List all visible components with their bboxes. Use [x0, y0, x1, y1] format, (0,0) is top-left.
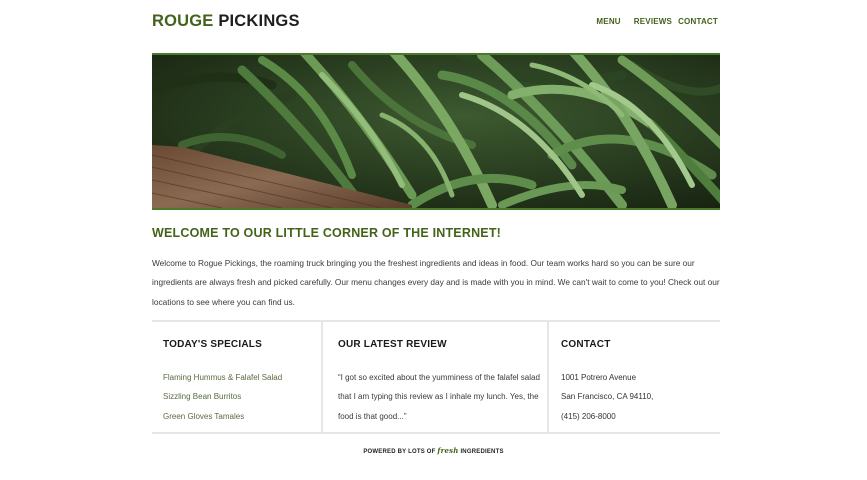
footer-suffix: INGREDIENTS [460, 449, 504, 455]
info-columns: TODAY'S SPECIALS Flaming Hummus & Falafe… [152, 320, 720, 434]
special-item[interactable]: Flaming Hummus & Falafel Salad [163, 368, 282, 387]
special-item[interactable]: Sizzling Bean Burritos [163, 387, 282, 406]
contact-phone: (415) 206-8000 [561, 411, 616, 421]
nav-menu-link[interactable]: MENU [596, 17, 620, 26]
welcome-paragraph: Welcome to Rogue Pickings, the roaming t… [152, 258, 720, 307]
specials-list: Flaming Hummus & Falafel Salad Sizzling … [163, 368, 282, 426]
footer-prefix: POWERED BY LOTS OF [363, 449, 436, 455]
contact-address: 1001 Potrero Avenue [561, 373, 637, 382]
nav-contact-link[interactable]: CONTACT [678, 17, 718, 26]
contact-heading: CONTACT [561, 339, 611, 350]
contact-city: San Francisco, CA 94110, [561, 392, 654, 402]
green-beans-photo [152, 55, 720, 208]
review-heading: OUR LATEST REVIEW [338, 339, 447, 350]
review-column: OUR LATEST REVIEW “I got so excited abou… [323, 322, 549, 432]
site-header: ROUGE PICKINGS MENU REVIEWS CONTACT [152, 0, 720, 44]
contact-list: 1001 Potrero Avenue San Francisco, CA 94… [561, 368, 653, 426]
site-footer: POWERED BY LOTS OF fresh INGREDIENTS [0, 446, 867, 455]
hero-image [152, 53, 720, 210]
special-item[interactable]: Green Gloves Tamales [163, 407, 282, 426]
main-nav: MENU REVIEWS CONTACT [596, 17, 718, 26]
review-quote: “I got so excited about the yumminess of… [338, 373, 540, 421]
welcome-heading: WELCOME TO OUR LITTLE CORNER OF THE INTE… [152, 226, 502, 240]
brand-word-2: PICKINGS [218, 12, 300, 30]
contact-column: CONTACT 1001 Potrero Avenue San Francisc… [549, 322, 720, 432]
specials-column: TODAY'S SPECIALS Flaming Hummus & Falafe… [152, 322, 323, 432]
nav-reviews-link[interactable]: REVIEWS [634, 17, 672, 26]
brand-logo[interactable]: ROUGE PICKINGS [152, 12, 300, 31]
specials-heading: TODAY'S SPECIALS [163, 339, 262, 350]
page: ROUGE PICKINGS MENU REVIEWS CONTACT WELC… [0, 0, 867, 480]
brand-word-1: ROUGE [152, 12, 214, 30]
footer-fresh-word: fresh [437, 446, 459, 455]
